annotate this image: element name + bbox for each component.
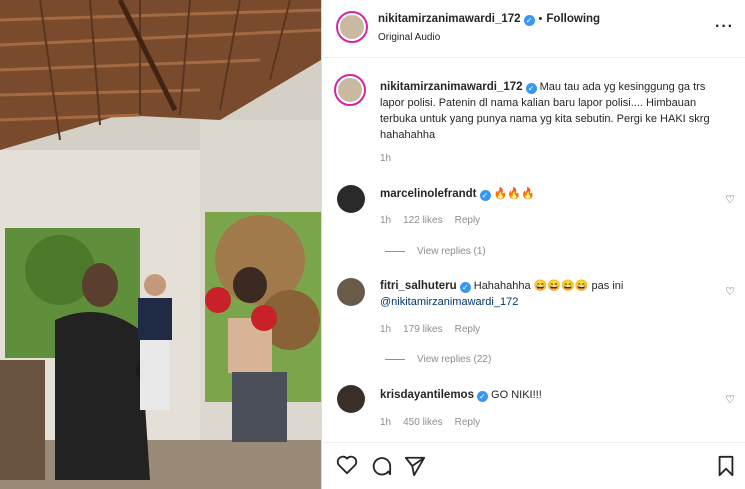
share-icon[interactable] <box>404 455 426 477</box>
more-options-icon[interactable]: ··· <box>715 18 734 36</box>
reply-button[interactable]: Reply <box>455 324 481 335</box>
header-title: nikitamirzanimawardi_172 ✓ • Following <box>378 13 600 26</box>
heart-icon[interactable]: ♡ <box>725 393 735 406</box>
post-photo <box>0 0 321 489</box>
comment-likes[interactable]: 122 likes <box>403 215 442 226</box>
heart-icon[interactable] <box>336 455 358 475</box>
comment-username[interactable]: krisdayantilemos <box>380 389 474 401</box>
author-avatar[interactable] <box>336 11 368 43</box>
comment-meta: 1h 122 likes Reply <box>380 215 480 226</box>
reply-button[interactable]: Reply <box>455 215 481 226</box>
verified-icon: ✓ <box>525 83 537 94</box>
comment-meta: 1h 450 likes Reply <box>380 417 480 428</box>
comment-text: GO NIKI!!! <box>491 389 542 401</box>
comment: marcelinolefrandt ✓ 🔥🔥🔥 <box>380 186 535 202</box>
post-media[interactable] <box>0 0 321 489</box>
verified-icon: ✓ <box>523 15 535 26</box>
comment-avatar[interactable] <box>337 385 365 413</box>
verified-icon: ✓ <box>479 190 491 201</box>
comment-likes[interactable]: 450 likes <box>403 417 442 428</box>
comment-time[interactable]: 1h <box>380 417 391 428</box>
bookmark-icon[interactable] <box>716 455 736 477</box>
following-button[interactable]: Following <box>546 13 600 25</box>
caption: nikitamirzanimawardi_172 ✓ Mau tau ada yg… <box>380 79 732 143</box>
comment-time[interactable]: 1h <box>380 324 391 335</box>
comment: fitri_salhuteru ✓ Hahahahha 😄😄😄😄 pas ini … <box>380 278 700 310</box>
comment-meta: 1h 179 likes Reply <box>380 324 480 335</box>
comment-text: Hahahahha 😄😄😄😄 pas ini <box>473 280 624 292</box>
caption-username[interactable]: nikitamirzanimawardi_172 <box>380 81 523 93</box>
comment-text: 🔥🔥🔥 <box>493 188 535 200</box>
audio-label[interactable]: Original Audio <box>378 32 440 43</box>
comment: krisdayantilemos ✓ GO NIKI!!! <box>380 387 542 403</box>
author-username[interactable]: nikitamirzanimawardi_172 <box>378 13 521 25</box>
comment-username[interactable]: marcelinolefrandt <box>380 188 477 200</box>
verified-icon: ✓ <box>459 282 471 293</box>
comment-time[interactable]: 1h <box>380 215 391 226</box>
caption-avatar[interactable] <box>334 74 366 106</box>
post-header: nikitamirzanimawardi_172 ✓ • Following Orig… <box>322 0 745 58</box>
caption-time[interactable]: 1h <box>380 153 391 164</box>
view-replies[interactable]: View replies (1) <box>385 246 486 257</box>
comment-username[interactable]: fitri_salhuteru <box>380 280 457 292</box>
comment-avatar[interactable] <box>337 278 365 306</box>
comment-likes[interactable]: 179 likes <box>403 324 442 335</box>
post-panel: nikitamirzanimawardi_172 ✓ • Following Orig… <box>321 0 745 489</box>
view-replies[interactable]: View replies (22) <box>385 354 491 365</box>
heart-icon[interactable]: ♡ <box>725 285 735 298</box>
action-bar <box>322 442 745 489</box>
separator-dot: • <box>538 13 543 25</box>
reply-button[interactable]: Reply <box>455 417 481 428</box>
comment-icon[interactable] <box>370 455 392 477</box>
heart-icon[interactable]: ♡ <box>725 193 735 206</box>
mention-link[interactable]: @nikitamirzanimawardi_172 <box>380 296 518 308</box>
comment-avatar[interactable] <box>337 185 365 213</box>
verified-icon: ✓ <box>476 391 488 402</box>
